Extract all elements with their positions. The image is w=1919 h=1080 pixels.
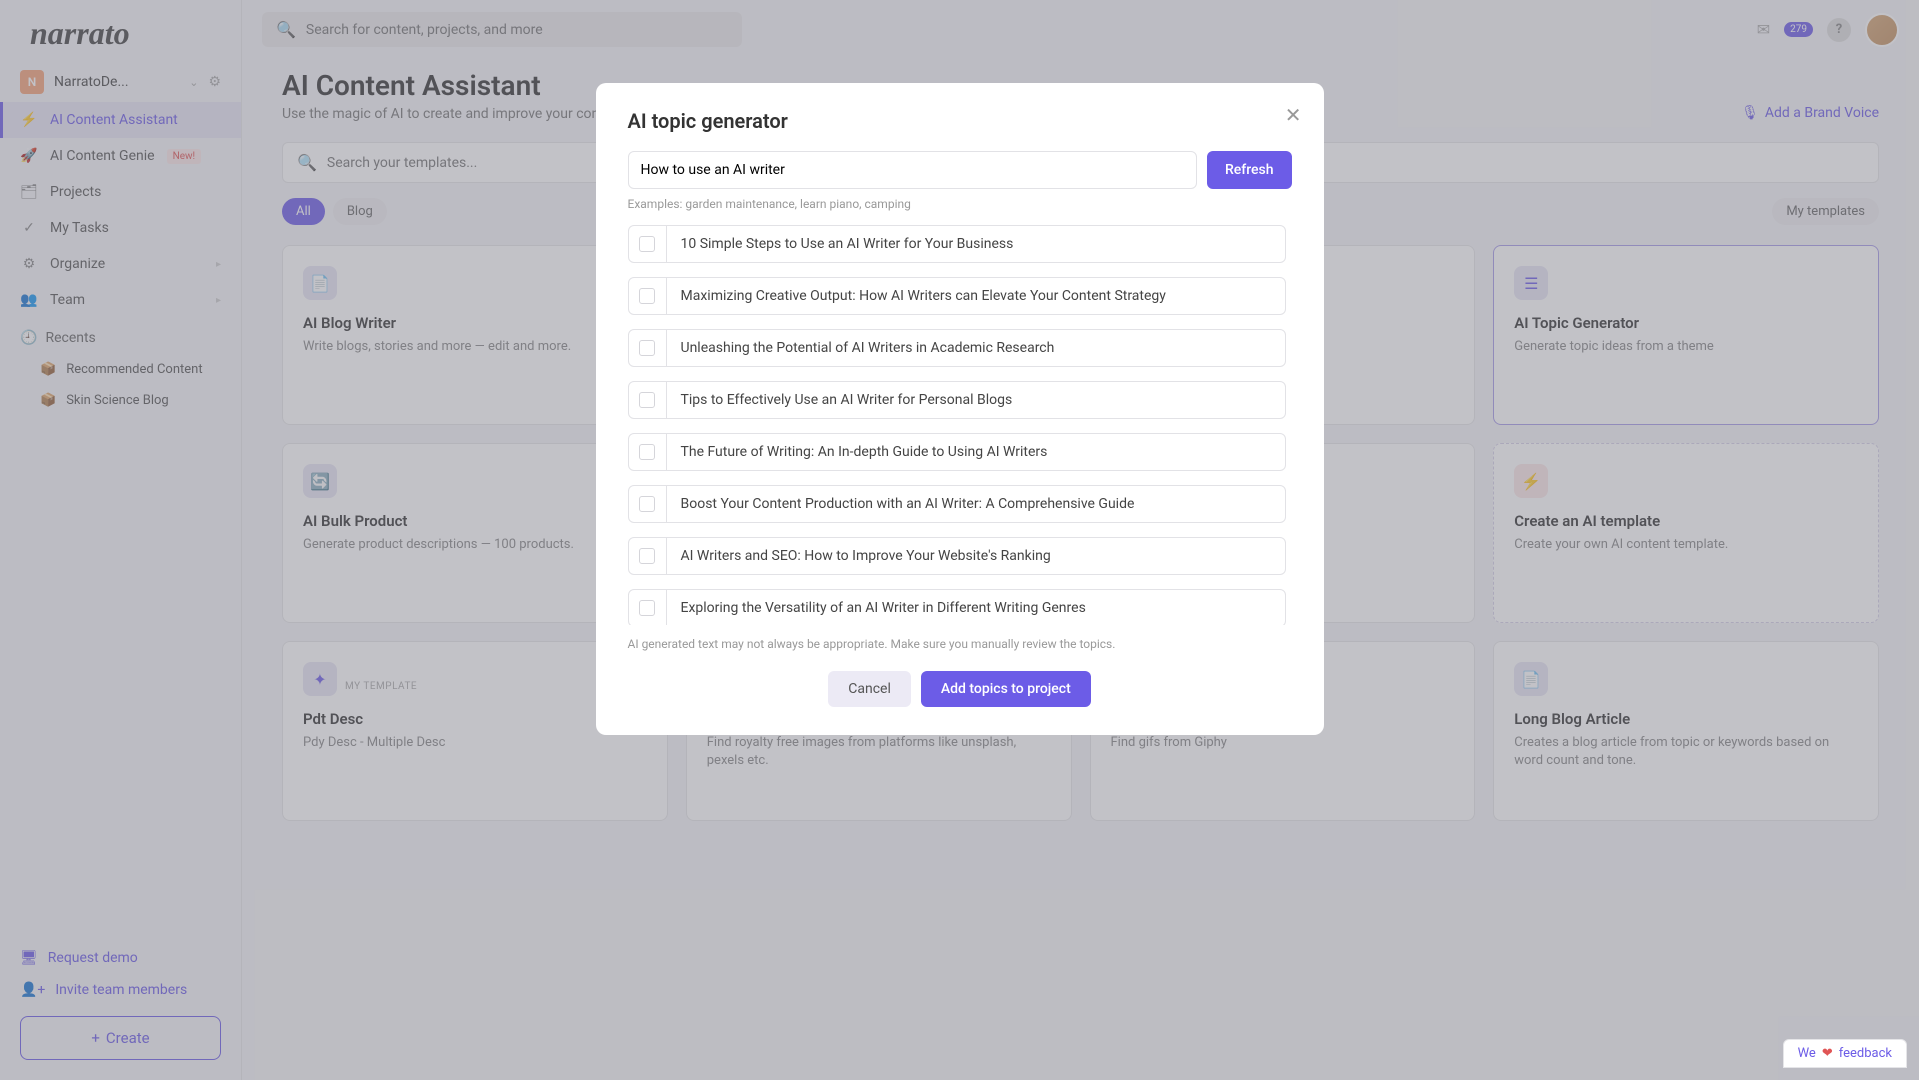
topic-row[interactable]: Boost Your Content Production with an AI… [628,485,1286,523]
topic-text: Tips to Effectively Use an AI Writer for… [667,382,1285,418]
refresh-button[interactable]: Refresh [1207,151,1292,189]
topic-text: AI Writers and SEO: How to Improve Your … [667,538,1285,574]
modal-title: AI topic generator [628,109,1292,133]
topic-row[interactable]: Tips to Effectively Use an AI Writer for… [628,381,1286,419]
topic-row[interactable]: Unleashing the Potential of AI Writers i… [628,329,1286,367]
topic-text: Unleashing the Potential of AI Writers i… [667,330,1285,366]
topic-checkbox[interactable] [629,590,667,625]
topic-checkbox[interactable] [629,278,667,314]
topic-checkbox[interactable] [629,486,667,522]
topic-checkbox[interactable] [629,538,667,574]
ai-topic-generator-modal: ✕ AI topic generator Refresh Examples: g… [596,83,1324,735]
feedback-tab[interactable]: We ❤ feedback [1783,1039,1907,1068]
topic-text: The Future of Writing: An In-depth Guide… [667,434,1285,470]
topic-row[interactable]: AI Writers and SEO: How to Improve Your … [628,537,1286,575]
topics-list[interactable]: 10 Simple Steps to Use an AI Writer for … [628,225,1292,625]
topic-checkbox[interactable] [629,226,667,262]
topic-text: Boost Your Content Production with an AI… [667,486,1285,522]
modal-overlay[interactable]: ✕ AI topic generator Refresh Examples: g… [0,0,1919,1080]
topic-checkbox[interactable] [629,434,667,470]
topic-row[interactable]: Exploring the Versatility of an AI Write… [628,589,1286,625]
add-topics-button[interactable]: Add topics to project [921,671,1091,707]
topic-text: Exploring the Versatility of an AI Write… [667,590,1285,625]
topic-checkbox[interactable] [629,382,667,418]
examples-text: Examples: garden maintenance, learn pian… [628,197,1292,211]
topic-row[interactable]: The Future of Writing: An In-depth Guide… [628,433,1286,471]
topic-row[interactable]: Maximizing Creative Output: How AI Write… [628,277,1286,315]
close-icon: ✕ [1285,103,1302,127]
topic-row[interactable]: 10 Simple Steps to Use an AI Writer for … [628,225,1286,263]
modal-input-row: Refresh [628,151,1292,189]
close-button[interactable]: ✕ [1285,103,1302,127]
topic-text: 10 Simple Steps to Use an AI Writer for … [667,226,1285,262]
modal-actions: Cancel Add topics to project [628,671,1292,707]
topic-checkbox[interactable] [629,330,667,366]
topic-text: Maximizing Creative Output: How AI Write… [667,278,1285,314]
topic-input[interactable] [628,151,1197,189]
cancel-button[interactable]: Cancel [828,671,911,707]
feedback-post: feedback [1839,1046,1892,1061]
feedback-pre: We [1798,1046,1816,1061]
heart-icon: ❤ [1822,1046,1833,1061]
disclaimer-text: AI generated text may not always be appr… [628,637,1292,651]
